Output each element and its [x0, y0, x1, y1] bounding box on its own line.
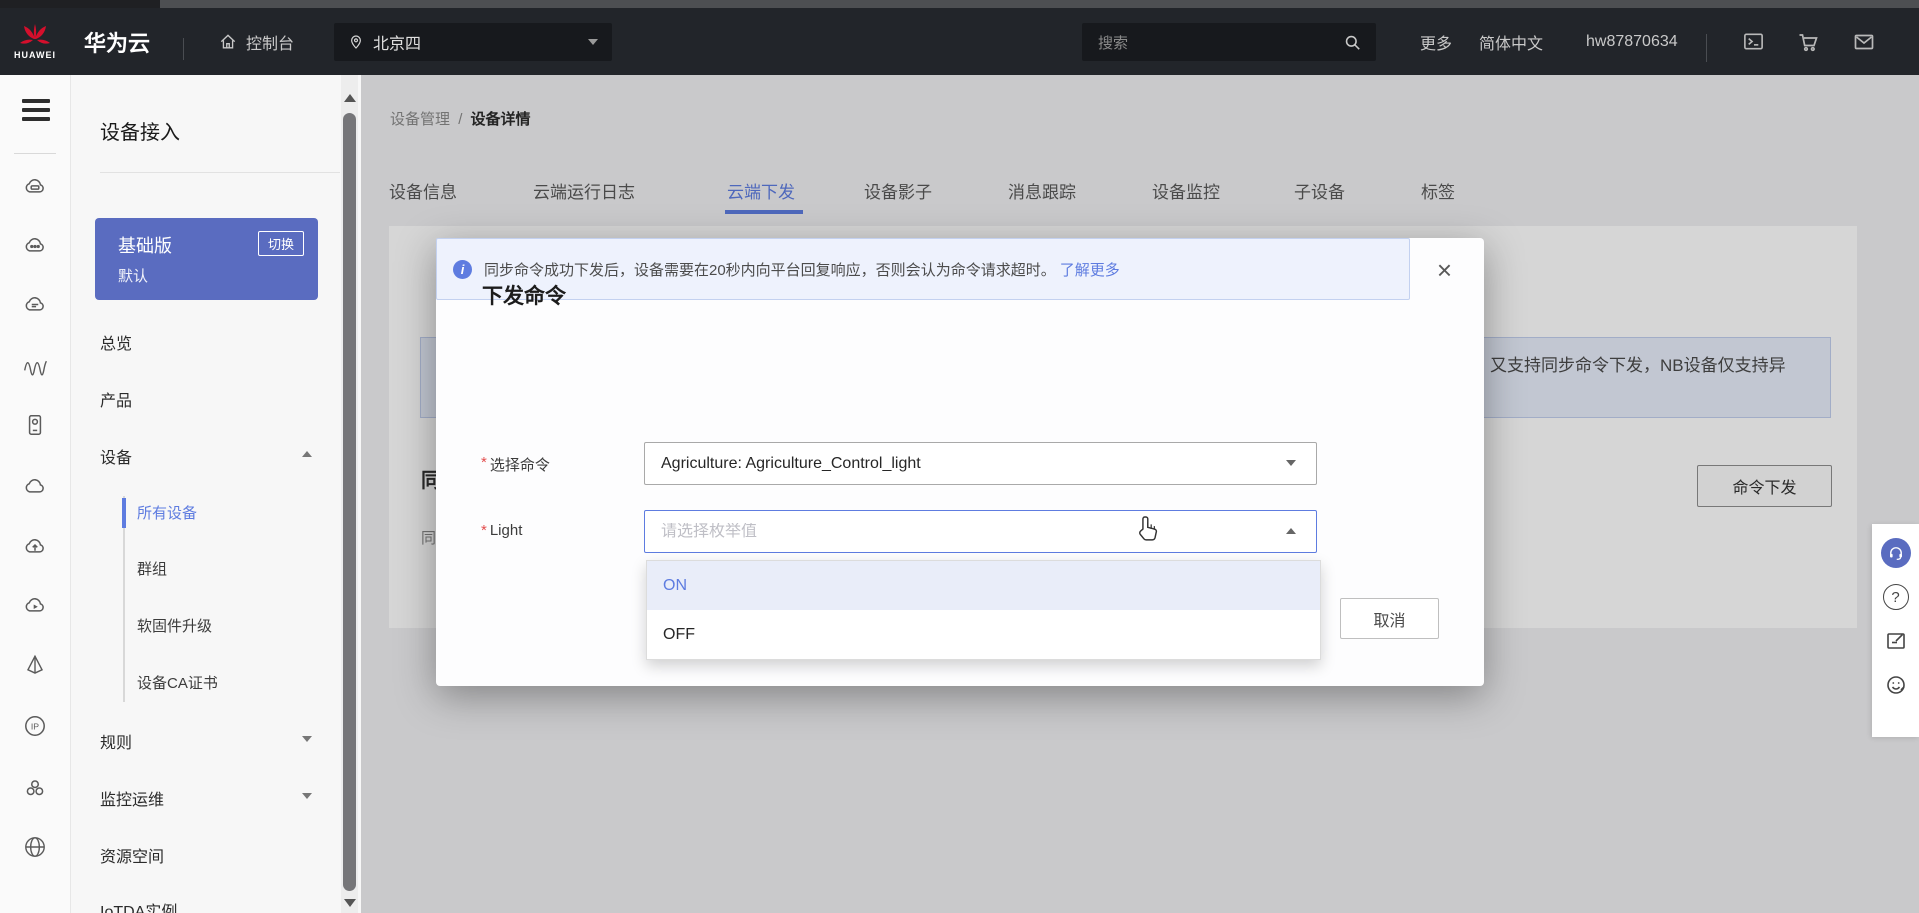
sidebar-item-rules[interactable]: 规则: [100, 729, 132, 753]
required-marker: *: [481, 454, 487, 475]
plan-switch-button[interactable]: 切换: [258, 231, 304, 256]
sidebar-item-devices[interactable]: 设备: [100, 444, 132, 468]
brand-title[interactable]: 华为云: [84, 8, 150, 75]
cart-icon: [1796, 30, 1820, 54]
sidebar-item-products[interactable]: 产品: [100, 387, 132, 411]
scrollbar-down-icon[interactable]: [344, 899, 356, 907]
search-icon[interactable]: [1343, 33, 1362, 52]
command-select-caret-icon: [1286, 460, 1296, 466]
language-switcher[interactable]: 简体中文: [1479, 8, 1543, 75]
field-label-command: * 选择命令: [481, 454, 550, 475]
sidebar-item-firmware-upgrade[interactable]: 软固件升级: [137, 615, 212, 636]
sidebar-title: 设备接入: [100, 116, 180, 145]
huawei-logo-text: HUAWEI: [14, 50, 56, 60]
command-select[interactable]: Agriculture: Agriculture_Control_light: [644, 442, 1317, 485]
scrollbar-thumb[interactable]: [343, 113, 356, 891]
feedback-edit-icon: [1884, 629, 1908, 653]
cloud-icon[interactable]: [22, 474, 48, 500]
sidebar-item-monitoring[interactable]: 监控运维: [100, 786, 164, 810]
sidebar-item-resource-space[interactable]: 资源空间: [100, 843, 164, 867]
region-label: 北京四: [373, 30, 421, 54]
globe-icon[interactable]: [22, 834, 48, 860]
modal-title: 下发命令: [482, 280, 566, 310]
home-icon: [218, 32, 238, 52]
monitoring-expand-icon[interactable]: [302, 793, 312, 799]
header-search[interactable]: 搜索: [1082, 23, 1376, 61]
cloud-server-icon[interactable]: [22, 174, 48, 200]
huawei-flower-icon: [18, 23, 52, 49]
light-enum-select[interactable]: [644, 510, 1317, 553]
field-label-light: * Light: [481, 522, 522, 539]
console-link[interactable]: 控制台: [218, 8, 294, 75]
plan-card[interactable]: 基础版 切换 默认: [95, 218, 318, 300]
command-select-value: Agriculture: Agriculture_Control_light: [661, 455, 921, 473]
cloud-play-icon[interactable]: [22, 593, 48, 619]
username[interactable]: hw87870634: [1586, 8, 1678, 75]
active-item-bar: [122, 498, 126, 528]
device-icon[interactable]: [22, 412, 48, 438]
light-enum-input[interactable]: [661, 523, 1316, 541]
modal-info-banner: i 同步命令成功下发后，设备需要在20秒内向平台回复响应，否则会认为命令请求超时…: [436, 238, 1410, 300]
devices-collapse-icon[interactable]: [302, 451, 312, 457]
smiley-icon: [1884, 673, 1908, 697]
huawei-cloud-console: HUAWEI 华为云 控制台 北京四 搜索 更多 简体中文: [0, 0, 1919, 913]
sidebar-item-device-ca-cert[interactable]: 设备CA证书: [137, 672, 218, 693]
sidebar-item-groups[interactable]: 群组: [137, 558, 167, 579]
scrollbar-up-icon[interactable]: [344, 94, 356, 102]
top-header: HUAWEI 华为云 控制台 北京四 搜索 更多 简体中文: [0, 8, 1919, 75]
sidebar-item-iotda-instance[interactable]: IoTDA实例: [100, 898, 177, 913]
close-icon[interactable]: ×: [1437, 260, 1452, 280]
search-placeholder: 搜索: [1098, 32, 1128, 53]
cloud-lines-icon[interactable]: [22, 292, 48, 318]
location-pin-icon: [348, 33, 364, 51]
survey-button[interactable]: [1881, 670, 1911, 700]
console-terminal-button[interactable]: [1742, 8, 1765, 75]
support-button[interactable]: [1881, 538, 1911, 568]
right-float-toolbar: ?: [1872, 524, 1919, 737]
mail-icon: [1852, 30, 1876, 54]
beacon-icon[interactable]: [22, 653, 48, 679]
messages-button[interactable]: [1852, 8, 1876, 75]
modal-info-text: 同步命令成功下发后，设备需要在20秒内向平台回复响应，否则会认为命令请求超时。: [484, 259, 1056, 280]
plan-instance: 默认: [118, 265, 148, 286]
cloud-upload-icon[interactable]: [22, 534, 48, 560]
dropdown-option-on[interactable]: ON: [647, 561, 1320, 610]
dropdown-option-off[interactable]: OFF: [647, 610, 1320, 659]
header-divider: [183, 38, 184, 60]
ip-icon[interactable]: IP: [22, 713, 48, 739]
sidebar-item-all-devices[interactable]: 所有设备: [137, 502, 197, 523]
region-selector[interactable]: 北京四: [334, 23, 612, 61]
header-divider2: [1706, 34, 1707, 62]
browser-strip: [0, 0, 1919, 8]
more-menu[interactable]: 更多: [1420, 8, 1452, 75]
cloud-dots-icon[interactable]: [22, 233, 48, 259]
huawei-logo[interactable]: HUAWEI: [14, 8, 56, 75]
region-caret-icon: [588, 39, 598, 45]
plan-name: 基础版: [118, 232, 172, 258]
cancel-button[interactable]: 取消: [1340, 598, 1439, 639]
question-icon: ?: [1883, 584, 1909, 610]
light-select-caret-icon: [1286, 528, 1296, 534]
sidebar-divider: [100, 172, 340, 173]
svg-text:IP: IP: [31, 721, 39, 731]
info-icon: i: [453, 260, 472, 279]
waves-icon[interactable]: [22, 352, 48, 378]
cluster-icon[interactable]: [22, 775, 48, 801]
sidebar-item-overview[interactable]: 总览: [100, 330, 132, 354]
browser-strip-left: [0, 0, 160, 8]
console-label: 控制台: [246, 30, 294, 54]
help-button[interactable]: ?: [1881, 582, 1911, 612]
enum-dropdown-panel: ON OFF: [646, 560, 1321, 660]
headset-icon: [1887, 544, 1905, 562]
feedback-button[interactable]: [1881, 626, 1911, 656]
rules-expand-icon[interactable]: [302, 736, 312, 742]
terminal-icon: [1742, 30, 1765, 53]
required-marker2: *: [481, 522, 487, 539]
send-command-modal: 下发命令 × i 同步命令成功下发后，设备需要在20秒内向平台回复响应，否则会认…: [436, 238, 1484, 686]
cart-button[interactable]: [1796, 8, 1820, 75]
hamburger-menu-icon[interactable]: [22, 99, 50, 126]
learn-more-link[interactable]: 了解更多: [1060, 259, 1120, 280]
rail-divider: [14, 153, 56, 154]
